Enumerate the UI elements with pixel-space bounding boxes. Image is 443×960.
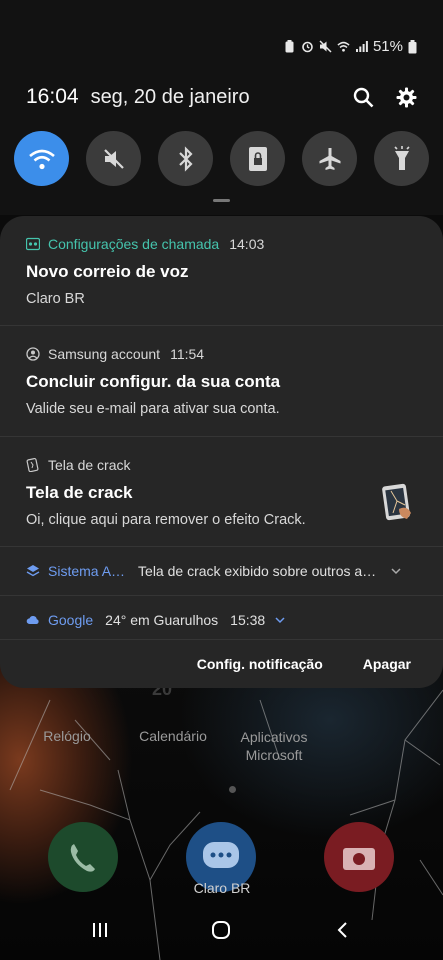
- clear-button[interactable]: Apagar: [363, 656, 411, 672]
- drag-handle[interactable]: [213, 199, 230, 202]
- alarm-icon: [302, 41, 313, 53]
- navigation-bar: [0, 900, 443, 960]
- mute-icon: [319, 40, 332, 53]
- toggle-airplane[interactable]: [302, 131, 357, 186]
- cloud-icon: [26, 613, 40, 627]
- notification-voicemail[interactable]: Configurações de chamada 14:03 Novo corr…: [0, 216, 443, 326]
- rotation-lock-icon: [248, 146, 267, 171]
- toggle-wifi[interactable]: [14, 131, 69, 186]
- cracked-phone-thumbnail-icon: [382, 483, 411, 521]
- battery-percent: 51%: [372, 38, 403, 55]
- camera-icon: [343, 848, 375, 870]
- notification-app-name: Samsung account: [48, 346, 161, 362]
- status-bar: 51%: [283, 38, 417, 55]
- page-indicator: [229, 786, 236, 793]
- notification-settings-button[interactable]: Config. notificação: [197, 656, 323, 672]
- date[interactable]: seg, 20 de janeiro: [91, 86, 250, 109]
- notification-app-name: Tela de crack: [48, 457, 131, 473]
- notification-text: Valide seu e-mail para ativar sua conta.: [26, 401, 280, 417]
- notification-text: Claro BR: [26, 291, 85, 307]
- airplane-icon: [319, 147, 340, 170]
- mute-icon: [103, 148, 124, 169]
- back-icon[interactable]: [333, 920, 353, 940]
- notification-app-name: Sistema A…: [48, 563, 126, 579]
- home-icon[interactable]: [210, 919, 232, 941]
- phone-icon: [70, 844, 95, 872]
- bluetooth-icon: [178, 145, 193, 172]
- layers-icon: [26, 564, 40, 578]
- battery-saver-icon: [285, 40, 294, 53]
- battery-icon: [408, 39, 417, 53]
- notification-title: Concluir configur. da sua conta: [26, 372, 281, 391]
- recents-icon[interactable]: [90, 920, 110, 940]
- signal-icon: [355, 41, 368, 52]
- search-icon[interactable]: [353, 87, 374, 108]
- notification-time: 15:38: [230, 612, 266, 628]
- crack-app-icon: [26, 458, 40, 472]
- notification-app-name: Configurações de chamada: [48, 236, 220, 252]
- toggle-flashlight[interactable]: [374, 131, 429, 186]
- phone-app[interactable]: [48, 822, 118, 892]
- weather-temp: 24° em Guarulhos: [105, 612, 219, 628]
- notification-system-android[interactable]: Sistema A… Tela de crack exibido sobre o…: [0, 547, 443, 596]
- quick-toggles: [14, 131, 429, 186]
- notification-app-name: Google: [48, 612, 94, 628]
- notification-crack-screen[interactable]: Tela de crack Tela de crack Oi, clique a…: [0, 437, 443, 547]
- notification-text: Oi, clique aqui para remover o efeito Cr…: [26, 512, 306, 528]
- app-label-clock[interactable]: Relógio: [34, 728, 100, 744]
- notification-samsung-account[interactable]: Samsung account 11:54 Concluir configur.…: [0, 326, 443, 437]
- wifi-icon: [28, 149, 55, 169]
- call-settings-icon: [26, 237, 40, 251]
- account-icon: [26, 347, 40, 361]
- toggle-sound[interactable]: [86, 131, 141, 186]
- panel-footer: Config. notificação Apagar: [0, 640, 443, 688]
- clock-row: 16:04 seg, 20 de janeiro: [26, 84, 417, 110]
- clock[interactable]: 16:04: [26, 85, 79, 109]
- wifi-icon: [337, 41, 350, 52]
- notification-time: 11:54: [170, 346, 205, 362]
- toggle-bluetooth[interactable]: [158, 131, 213, 186]
- chevron-down-icon[interactable]: [391, 567, 401, 575]
- camera-app[interactable]: [324, 822, 394, 892]
- notification-title: Tela de crack: [26, 483, 133, 502]
- dock-label: Claro BR: [193, 880, 251, 896]
- app-label-calendar[interactable]: Calendário: [128, 728, 218, 744]
- chevron-down-icon[interactable]: [275, 616, 285, 624]
- app-label-microsoft[interactable]: Aplicativos Microsoft: [226, 728, 322, 764]
- notification-text: Tela de crack exibido sobre outros a…: [138, 563, 377, 579]
- toggle-rotation-lock[interactable]: [230, 131, 285, 186]
- flashlight-icon: [393, 145, 410, 170]
- notification-time: 14:03: [229, 236, 265, 252]
- settings-gear-icon[interactable]: [396, 87, 417, 108]
- notification-panel: Configurações de chamada 14:03 Novo corr…: [0, 216, 443, 688]
- notification-title: Novo correio de voz: [26, 262, 189, 281]
- notification-google-weather[interactable]: Google 24° em Guarulhos 15:38: [0, 596, 443, 643]
